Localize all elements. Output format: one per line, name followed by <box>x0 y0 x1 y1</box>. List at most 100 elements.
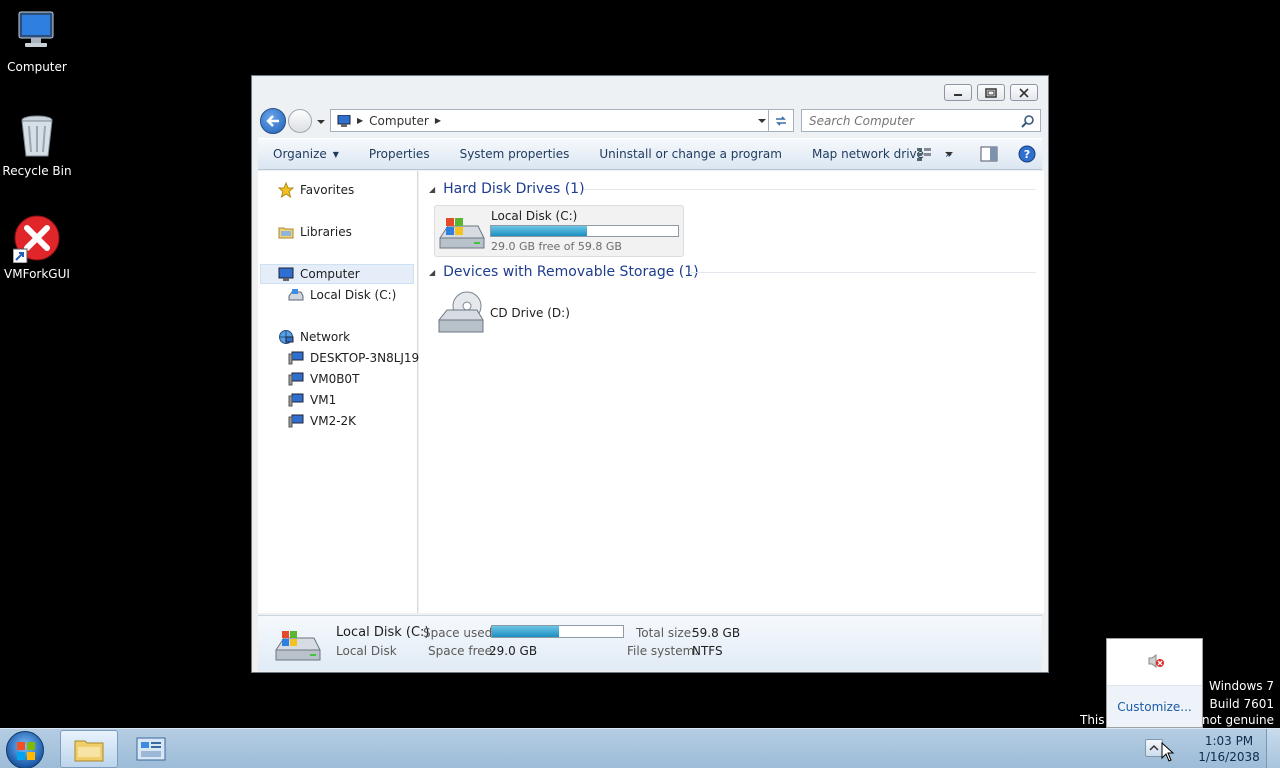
nav-item-computer[interactable]: Computer <box>278 264 360 284</box>
drive-c-usage-bar <box>490 225 679 237</box>
recent-pages-dropdown[interactable] <box>316 116 326 126</box>
system-properties-button[interactable]: System properties <box>445 139 585 169</box>
nav-item-label: Network <box>300 330 351 344</box>
search-box[interactable] <box>801 109 1041 132</box>
address-bar[interactable]: ▶ Computer ▶ <box>330 109 772 132</box>
computer-icon <box>278 267 294 281</box>
navigation-bar: ▶ Computer ▶ <box>260 108 1041 134</box>
group-header-removable-storage[interactable]: ◢ Devices with Removable Storage (1) <box>429 262 699 282</box>
refresh-icon <box>776 115 786 126</box>
desktop-icon-label: Computer <box>7 60 67 74</box>
drive-c-name: Local Disk (C:) <box>491 209 578 223</box>
drive-d-name: CD Drive (D:) <box>490 306 570 320</box>
organize-button[interactable]: Organize ▼ <box>258 139 354 169</box>
nav-item-label: VM2-2K <box>310 414 357 428</box>
minimize-button[interactable] <box>944 84 972 101</box>
nav-item-host[interactable]: VM2-2K <box>288 411 356 431</box>
nav-item-label: Local Disk (C:) <box>310 288 397 302</box>
forward-button[interactable] <box>288 109 312 133</box>
search-icon[interactable] <box>1021 114 1035 128</box>
details-pane: Local Disk (C:) Local Disk Space used: S… <box>258 615 1042 671</box>
show-desktop-button[interactable] <box>1266 729 1280 768</box>
chevron-down-icon: ▼ <box>332 149 339 159</box>
drive-c-tile[interactable]: Local Disk (C:) 29.0 GB free of 59.8 GB <box>434 205 684 257</box>
desktop-icon-vmforkgui[interactable]: VMForkGUI <box>0 215 74 281</box>
chevron-down-icon[interactable] <box>944 149 954 159</box>
explorer-window: ▶ Computer ▶ Organize ▼ Properties System… <box>251 75 1049 673</box>
space-free-label: Space free: <box>428 644 497 658</box>
network-icon <box>279 330 294 344</box>
space-used-label: Space used: <box>423 626 497 640</box>
drive-d-tile[interactable]: CD Drive (D:) <box>434 288 684 340</box>
maximize-button[interactable] <box>977 84 1005 101</box>
chevron-down-icon[interactable] <box>757 116 767 126</box>
total-size-value: 59.8 GB <box>692 626 741 640</box>
nav-item-label: VM0B0T <box>310 372 360 386</box>
volume-muted-icon[interactable] <box>1147 653 1165 669</box>
mouse-cursor-icon <box>1161 742 1175 762</box>
recycle-bin-icon <box>13 112 61 160</box>
desktop-icon-label: Recycle Bin <box>2 164 72 178</box>
collapse-triangle-icon[interactable]: ◢ <box>429 185 435 194</box>
taskbar-explorer-button[interactable] <box>60 730 118 768</box>
watermark-line1: Windows 7 <box>1208 679 1274 693</box>
library-icon <box>278 227 294 239</box>
desktop-icon-computer[interactable]: Computer <box>0 8 74 74</box>
group-header-hard-disk-drives[interactable]: ◢ Hard Disk Drives (1) <box>429 179 585 199</box>
drive-c-usage-fill <box>491 226 588 236</box>
nav-item-local-disk[interactable]: Local Disk (C:) <box>288 285 396 305</box>
preview-pane-icon[interactable] <box>980 146 998 162</box>
properties-button[interactable]: Properties <box>354 139 445 169</box>
nav-item-host[interactable]: VM1 <box>288 390 336 410</box>
start-button[interactable] <box>6 731 44 768</box>
drive-c-free-text: 29.0 GB free of 59.8 GB <box>491 240 622 253</box>
folder-icon <box>74 740 104 762</box>
network-computer-icon <box>288 414 304 428</box>
taskbar-app-button[interactable] <box>122 730 180 768</box>
clock-date: 1/16/2038 <box>1198 750 1260 764</box>
windows-logo-icon <box>17 742 35 760</box>
breadcrumb-separator-icon: ▶ <box>357 116 364 125</box>
breadcrumb-computer[interactable]: Computer <box>369 114 429 128</box>
desktop-icon-recycle-bin[interactable]: Recycle Bin <box>0 112 74 178</box>
svg-text:?: ? <box>1024 148 1030 161</box>
nav-item-label: VM1 <box>310 393 337 407</box>
collapse-triangle-icon[interactable]: ◢ <box>429 268 435 277</box>
organize-label: Organize <box>273 147 327 161</box>
nav-item-label: DESKTOP-3N8LJ19 <box>310 351 420 365</box>
command-bar: Organize ▼ Properties System properties U… <box>258 138 1042 170</box>
customize-link[interactable]: Customize... <box>1107 685 1202 727</box>
group-divider <box>689 272 1036 273</box>
taskbar-clock[interactable]: 1:03 PM 1/16/2038 <box>1194 733 1264 765</box>
hard-drive-icon <box>275 631 321 661</box>
nav-item-libraries[interactable]: Libraries <box>278 222 352 242</box>
nav-item-host[interactable]: DESKTOP-3N8LJ19 <box>288 348 419 368</box>
back-button[interactable] <box>260 108 286 134</box>
details-drive-name: Local Disk (C:) <box>336 625 430 640</box>
change-view-icon[interactable] <box>916 146 932 162</box>
help-icon[interactable]: ? <box>1018 145 1036 163</box>
network-computer-icon <box>288 372 304 386</box>
nav-item-host[interactable]: VM0B0T <box>288 369 359 389</box>
desktop-icon-label: VMForkGUI <box>4 267 70 281</box>
close-button[interactable] <box>1010 84 1038 101</box>
nav-item-label: Favorites <box>300 183 355 197</box>
breadcrumb-chevron-icon[interactable]: ▶ <box>435 116 441 125</box>
network-computer-icon <box>288 393 304 407</box>
uninstall-program-button[interactable]: Uninstall or change a program <box>584 139 797 169</box>
navigation-pane: Favorites Libraries Computer Local Disk … <box>258 171 419 613</box>
refresh-button[interactable] <box>768 109 794 132</box>
notification-area-overflow-popup: Customize... <box>1106 638 1203 728</box>
group-header-label: Hard Disk Drives (1) <box>443 181 585 197</box>
chevron-up-icon <box>1149 744 1159 751</box>
search-input[interactable] <box>809 113 1009 128</box>
error-x-icon <box>12 215 61 264</box>
cd-drive-icon <box>438 291 484 333</box>
details-usage-fill <box>492 626 560 637</box>
network-computer-icon <box>288 351 304 365</box>
watermark-line3-left: This <box>1080 713 1105 727</box>
nav-item-network[interactable]: Network <box>278 327 350 347</box>
details-drive-type: Local Disk <box>336 644 397 658</box>
nav-item-favorites[interactable]: Favorites <box>278 180 354 200</box>
hard-drive-icon <box>439 218 485 249</box>
